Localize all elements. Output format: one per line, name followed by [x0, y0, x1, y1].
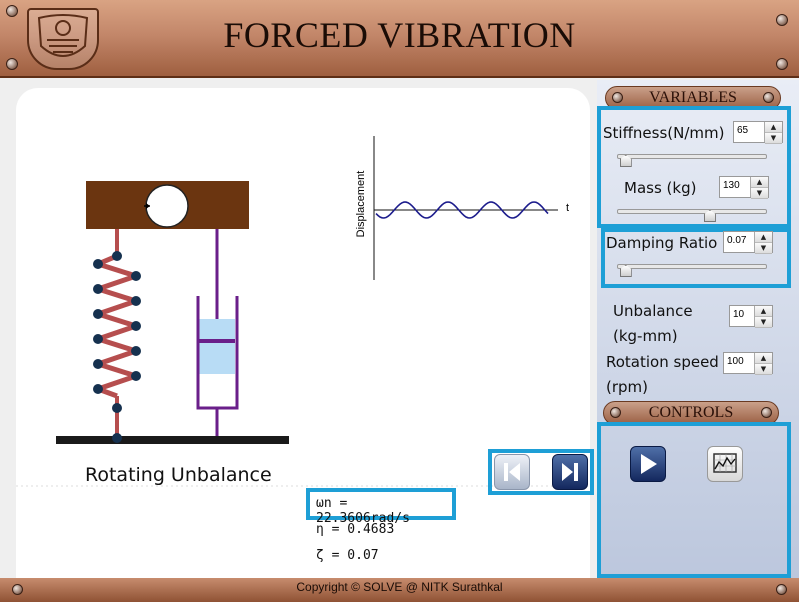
- screw-icon: [6, 58, 18, 70]
- mass-value[interactable]: 130: [720, 177, 750, 197]
- unbalance-value[interactable]: 10: [730, 306, 754, 326]
- damping-value[interactable]: 0.07: [724, 232, 754, 252]
- graph-button[interactable]: [707, 446, 743, 482]
- controls-highlight: [597, 422, 791, 578]
- stiffness-label: Stiffness(N/mm): [603, 124, 725, 142]
- stiffness-slider-track[interactable]: [617, 154, 767, 159]
- mass-slider-track[interactable]: [617, 209, 767, 214]
- damping-slider-track[interactable]: [617, 264, 767, 269]
- graph-icon: [713, 453, 737, 473]
- frequency-ratio-readout: η = 0.4683: [316, 522, 395, 537]
- controls-title: CONTROLS: [648, 404, 734, 421]
- unbalance-label: Unbalance: [613, 302, 693, 320]
- simulation-canvas: Displacement t Rotating Unbalance ωn = 2…: [16, 88, 590, 578]
- unbalance-unit-label: (kg-mm): [613, 327, 678, 345]
- stiffness-value[interactable]: 65: [734, 122, 764, 142]
- wn-highlight: ωn = 22.3606rad/s: [306, 488, 456, 526]
- screw-icon: [610, 407, 621, 418]
- rotation-up-icon[interactable]: ▲: [755, 353, 772, 364]
- screw-icon: [763, 92, 774, 103]
- variables-title: VARIABLES: [649, 89, 737, 106]
- stiffness-up-icon[interactable]: ▲: [765, 122, 782, 133]
- unbalance-disc: [145, 184, 189, 228]
- header-bar: FORCED VIBRATION: [0, 0, 799, 78]
- screw-icon: [776, 58, 788, 70]
- damping-up-icon[interactable]: ▲: [755, 232, 772, 243]
- page-title: FORCED VIBRATION: [223, 15, 576, 55]
- step-back-button[interactable]: [494, 454, 530, 490]
- rotation-speed-stepper[interactable]: 100 ▲ ▼: [723, 352, 773, 375]
- rotation-down-icon[interactable]: ▼: [755, 364, 772, 375]
- damping-label: Damping Ratio: [606, 234, 718, 252]
- mechanism-diagram: [16, 136, 590, 487]
- rotation-speed-label: Rotation speed: [606, 353, 719, 371]
- copyright-text: Copyright © SOLVE @ NITK Surathkal: [296, 580, 503, 594]
- rotation-speed-unit-label: (rpm): [606, 378, 649, 396]
- screw-icon: [761, 407, 772, 418]
- screw-icon: [776, 584, 787, 595]
- graph-y-label: Displacement: [355, 170, 367, 238]
- stiffness-stepper[interactable]: 65 ▲ ▼: [733, 121, 783, 144]
- play-icon: [641, 454, 657, 474]
- screw-icon: [612, 92, 623, 103]
- damping-ratio-readout: ζ = 0.07: [316, 548, 379, 563]
- step-forward-icon: [562, 463, 578, 481]
- play-button[interactable]: [630, 446, 666, 482]
- unbalance-down-icon[interactable]: ▼: [755, 317, 772, 328]
- unbalance-stepper[interactable]: 10 ▲ ▼: [729, 305, 773, 328]
- step-controls: [488, 449, 594, 495]
- graph-x-label: t: [566, 202, 570, 214]
- mass-down-icon[interactable]: ▼: [751, 188, 768, 199]
- damping-stepper[interactable]: 0.07 ▲ ▼: [723, 231, 773, 254]
- stiffness-down-icon[interactable]: ▼: [765, 133, 782, 144]
- mass-stepper[interactable]: 130 ▲ ▼: [719, 176, 769, 199]
- diagram-caption: Rotating Unbalance: [85, 464, 272, 486]
- footer-bar: Copyright © SOLVE @ NITK Surathkal: [0, 578, 799, 602]
- step-back-icon: [504, 463, 520, 481]
- rotation-speed-value[interactable]: 100: [724, 353, 754, 373]
- ground: [56, 436, 289, 444]
- mass-label: Mass (kg): [624, 179, 697, 197]
- step-forward-button[interactable]: [552, 454, 588, 490]
- unbalance-up-icon[interactable]: ▲: [755, 306, 772, 317]
- mass-up-icon[interactable]: ▲: [751, 177, 768, 188]
- damping-down-icon[interactable]: ▼: [755, 243, 772, 254]
